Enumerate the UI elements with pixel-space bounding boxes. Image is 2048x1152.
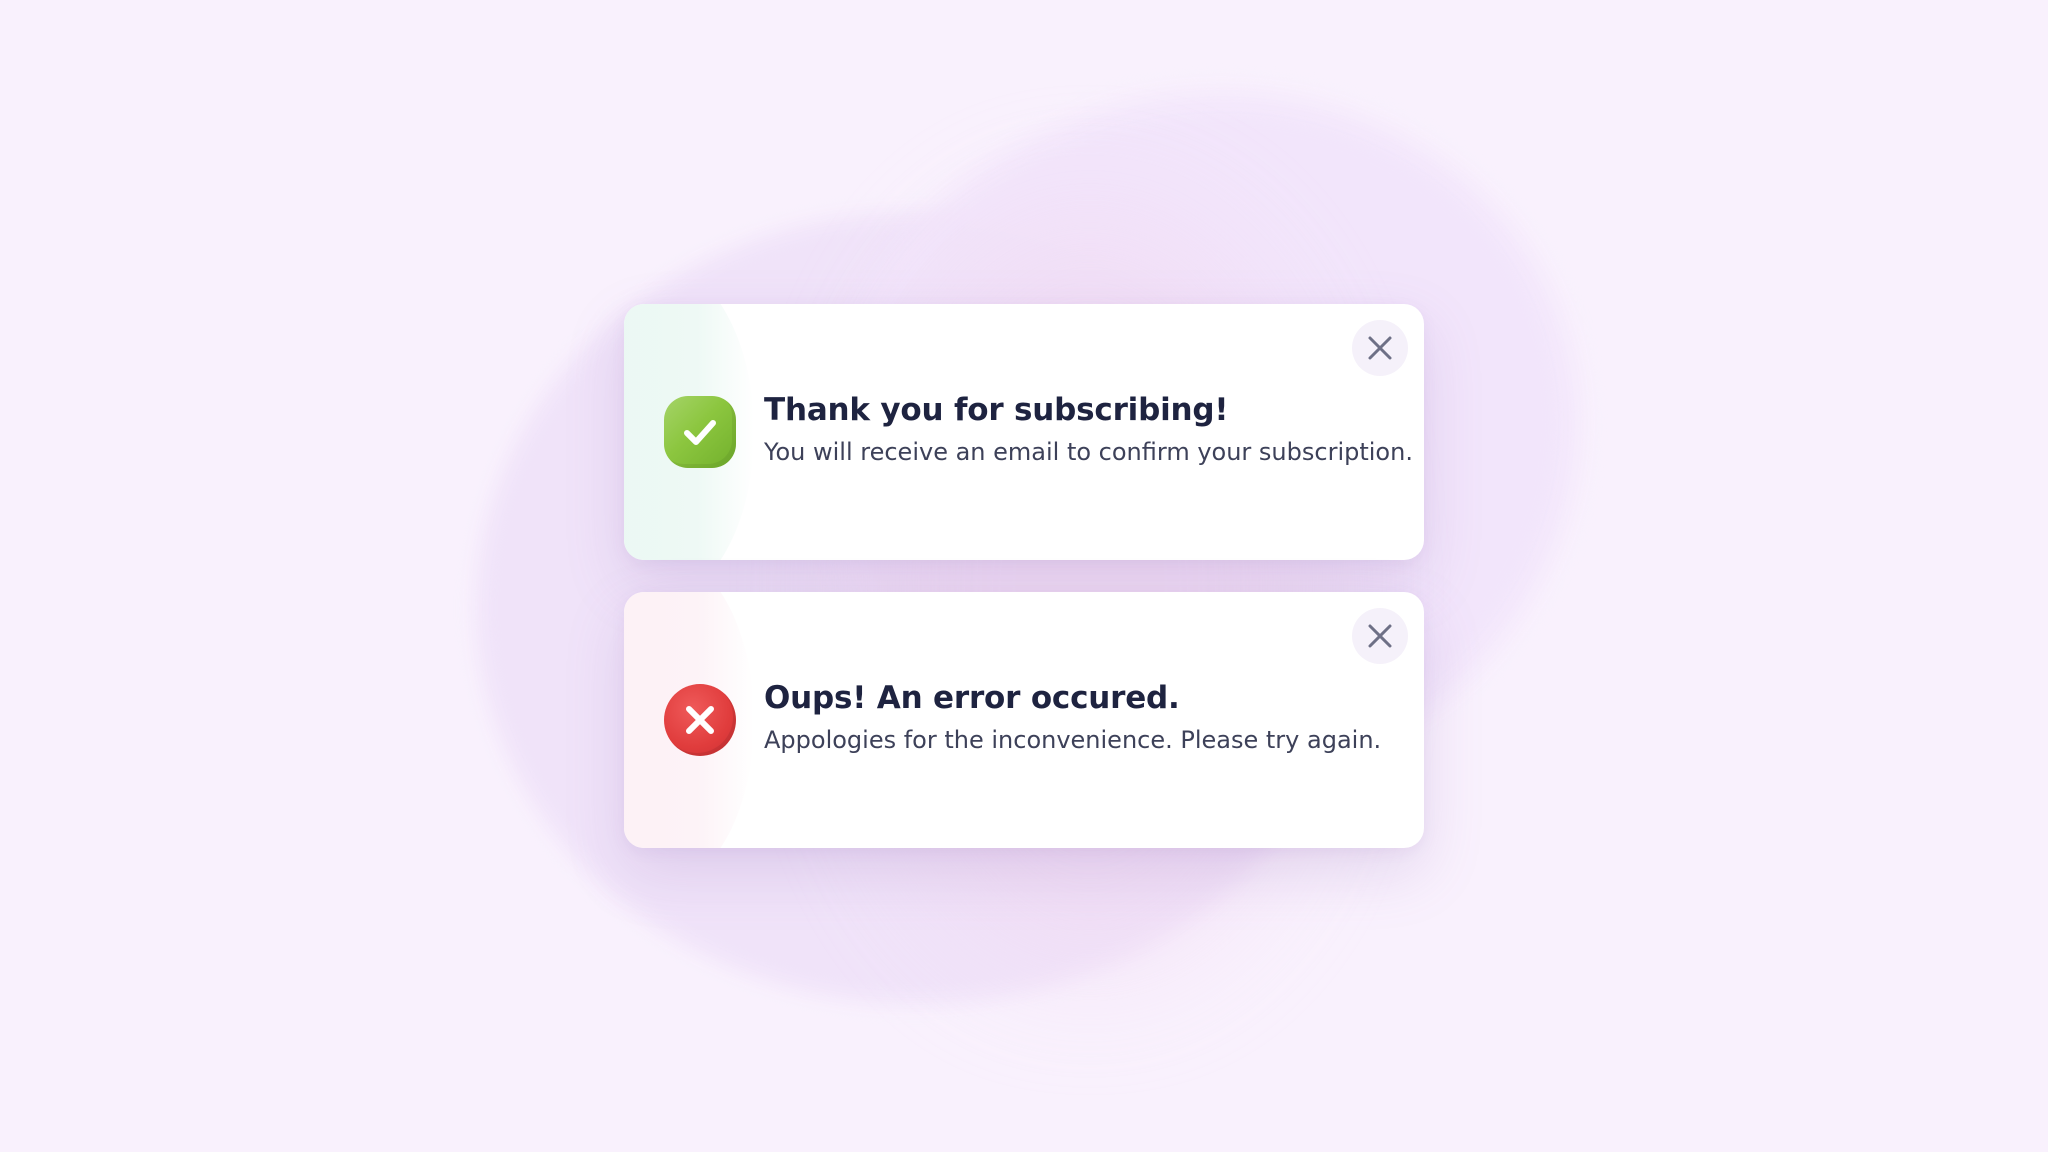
- toast-text: Thank you for subscribing! You will rece…: [764, 390, 1413, 470]
- toast-message: Appologies for the inconvenience. Please…: [764, 726, 1382, 754]
- toast-title: Oups! An error occured.: [764, 680, 1180, 716]
- success-toast: Thank you for subscribing! You will rece…: [624, 304, 1424, 560]
- close-icon: [1368, 624, 1392, 648]
- close-button[interactable]: [1352, 320, 1408, 376]
- cross-icon: [664, 684, 736, 756]
- toast-message: You will receive an email to confirm you…: [764, 438, 1413, 466]
- toast-title: Thank you for subscribing!: [764, 392, 1229, 428]
- close-icon: [1368, 336, 1392, 360]
- error-toast: Oups! An error occured. Appologies for t…: [624, 592, 1424, 848]
- toast-text: Oups! An error occured. Appologies for t…: [764, 678, 1384, 758]
- close-button[interactable]: [1352, 608, 1408, 664]
- check-icon: [664, 396, 736, 468]
